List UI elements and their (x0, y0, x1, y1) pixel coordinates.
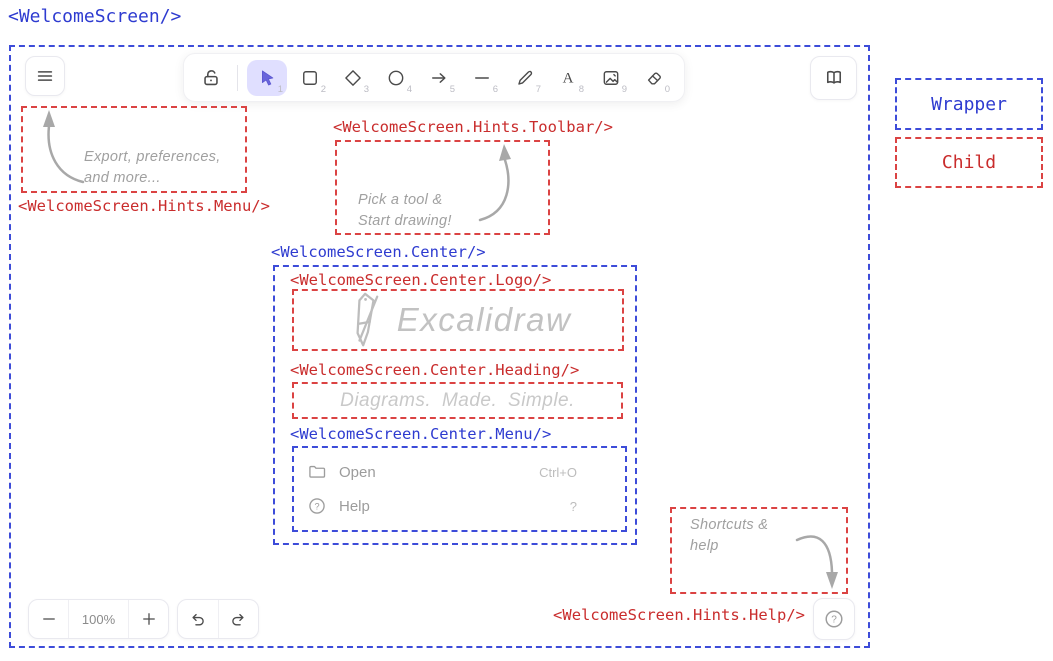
legend-child-label: Child (942, 152, 996, 173)
tool-key: 6 (493, 84, 498, 95)
page-title: <WelcomeScreen/> (8, 6, 181, 27)
selection-icon (257, 68, 277, 88)
hint-toolbar-line2: Start drawing! (358, 211, 452, 232)
menu-item-help-label: Help (339, 498, 570, 515)
help-circle-icon: ? (307, 496, 327, 516)
center-label: <WelcomeScreen.Center/> (271, 243, 486, 261)
hint-toolbar-arrow (468, 142, 523, 227)
undo-button[interactable] (178, 600, 218, 638)
hint-toolbar-text: Pick a tool & Start drawing! (358, 190, 452, 232)
hint-help-arrow (793, 528, 848, 596)
legend-wrapper-box: Wrapper (895, 78, 1043, 130)
zoom-level-value: 100% (82, 612, 115, 627)
hint-menu-text: Export, preferences, and more... (84, 147, 221, 189)
line-icon (472, 68, 492, 88)
arrow-icon (429, 68, 449, 88)
history-control (177, 599, 259, 639)
text-icon: A (558, 68, 578, 88)
undo-icon (188, 610, 207, 629)
diamond-icon (343, 68, 363, 88)
tool-rectangle[interactable]: 2 (290, 60, 330, 96)
help-question-icon: ? (823, 608, 845, 630)
tool-key: 7 (536, 84, 541, 95)
tool-key: 3 (364, 84, 369, 95)
hint-help-text: Shortcuts & help (690, 515, 768, 557)
tool-key: 8 (579, 84, 584, 95)
lock-icon (200, 67, 222, 89)
rectangle-icon (300, 68, 320, 88)
tool-draw[interactable]: 7 (505, 60, 545, 96)
menu-item-help-shortcut: ? (570, 499, 577, 514)
image-icon (601, 68, 621, 88)
hint-help-line1: Shortcuts & (690, 515, 768, 536)
menu-item-help[interactable]: ? Help ? (307, 492, 577, 520)
tool-line[interactable]: 6 (462, 60, 502, 96)
tool-key: 9 (622, 84, 627, 95)
help-button[interactable]: ? (813, 598, 855, 640)
zoom-out-minus-icon (40, 610, 58, 628)
tool-text[interactable]: A 8 (548, 60, 588, 96)
excalidraw-stylus-icon (345, 291, 387, 349)
toolbar-divider (237, 65, 238, 91)
tool-arrow[interactable]: 5 (419, 60, 459, 96)
center-logo-child-box: Excalidraw (292, 289, 624, 351)
center-menu-wrapper-box: Open Ctrl+O ? Help ? (292, 446, 627, 532)
center-logo-label: <WelcomeScreen.Center.Logo/> (290, 271, 551, 289)
tool-eraser[interactable]: 0 (634, 60, 674, 96)
tool-key: 0 (665, 84, 670, 95)
hint-menu-line2: and more... (84, 168, 221, 189)
zoom-out-button[interactable] (29, 600, 68, 638)
tool-key: 4 (407, 84, 412, 95)
hamburger-icon (34, 65, 56, 87)
ellipse-icon (386, 68, 406, 88)
hint-menu-label: <WelcomeScreen.Hints.Menu/> (18, 197, 270, 215)
tool-diamond[interactable]: 3 (333, 60, 373, 96)
main-menu-button[interactable] (25, 56, 65, 96)
tool-key: 5 (450, 84, 455, 95)
tool-key: 1 (278, 84, 283, 95)
zoom-in-button[interactable] (128, 600, 168, 638)
welcome-screen-doc-page: <WelcomeScreen/> 1 2 (0, 0, 1053, 661)
tool-ellipse[interactable]: 4 (376, 60, 416, 96)
tool-selection[interactable]: 1 (247, 60, 287, 96)
center-menu-label: <WelcomeScreen.Center.Menu/> (290, 425, 551, 443)
center-heading-label: <WelcomeScreen.Center.Heading/> (290, 361, 579, 379)
excalidraw-logo-text: Excalidraw (397, 301, 572, 339)
menu-item-open[interactable]: Open Ctrl+O (307, 458, 577, 486)
library-book-icon (823, 67, 845, 89)
legend-wrapper-label: Wrapper (931, 94, 1007, 115)
legend-child-box: Child (895, 137, 1043, 188)
pencil-icon (515, 68, 535, 88)
eraser-icon (644, 68, 664, 88)
svg-text:?: ? (314, 501, 319, 511)
toolbar: 1 2 3 4 5 (183, 53, 685, 102)
hint-help-label: <WelcomeScreen.Hints.Help/> (553, 606, 805, 624)
menu-item-open-label: Open (339, 464, 539, 481)
hint-toolbar-line1: Pick a tool & (358, 190, 452, 211)
library-button[interactable] (810, 56, 857, 100)
hint-menu-line1: Export, preferences, (84, 147, 221, 168)
redo-icon (229, 610, 248, 629)
svg-text:A: A (563, 70, 574, 86)
heading-text: Diagrams. Made. Simple. (340, 390, 575, 412)
tool-image[interactable]: 9 (591, 60, 631, 96)
svg-text:?: ? (831, 615, 837, 626)
tool-key: 2 (321, 84, 326, 95)
zoom-control: 100% (28, 599, 169, 639)
zoom-in-plus-icon (140, 610, 158, 628)
hint-toolbar-label: <WelcomeScreen.Hints.Toolbar/> (333, 118, 613, 136)
menu-item-open-shortcut: Ctrl+O (539, 465, 577, 480)
redo-button[interactable] (218, 600, 259, 638)
folder-icon (307, 462, 327, 482)
lock-tool[interactable] (194, 60, 228, 96)
center-heading-child-box: Diagrams. Made. Simple. (292, 382, 623, 419)
hint-help-line2: help (690, 536, 768, 557)
zoom-level-reset[interactable]: 100% (68, 600, 128, 638)
